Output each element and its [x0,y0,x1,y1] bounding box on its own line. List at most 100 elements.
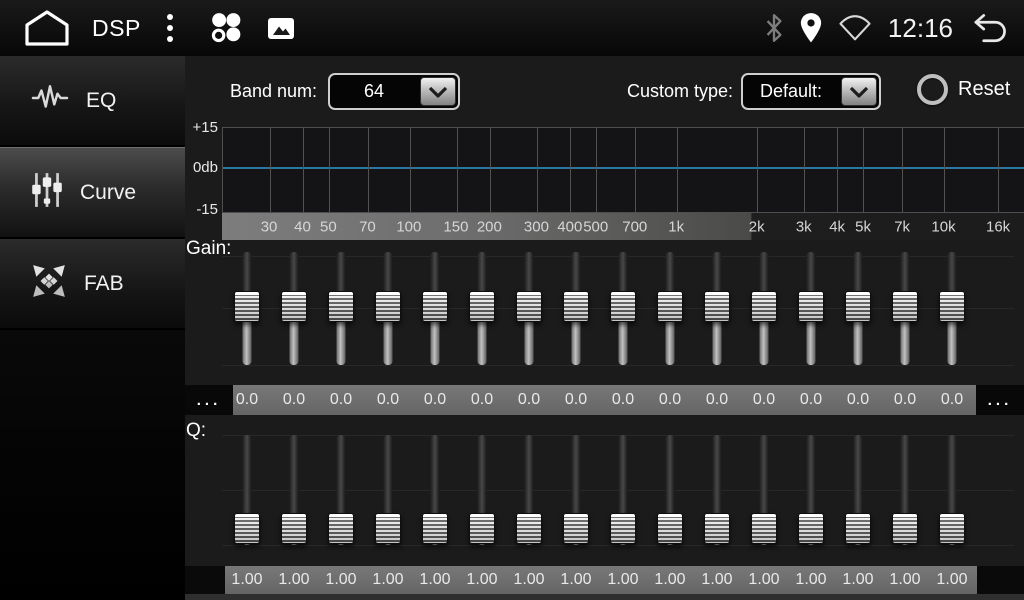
gain-slider[interactable] [234,246,260,371]
q-track-upper[interactable] [290,435,299,517]
gain-track-upper[interactable] [243,252,252,294]
q-slider[interactable] [516,430,542,551]
q-track-upper[interactable] [666,435,675,517]
gain-track-lower[interactable] [337,318,346,365]
q-track-upper[interactable] [478,435,487,517]
q-slider[interactable] [375,430,401,551]
clover-apps-icon[interactable] [207,9,245,47]
q-slider-thumb[interactable] [516,513,542,544]
gain-more-right-button[interactable]: ... [976,385,1024,415]
q-slider-thumb[interactable] [469,513,495,544]
chevron-down-icon[interactable] [841,77,877,106]
gain-slider-thumb[interactable] [610,291,636,322]
gain-more-left-button[interactable]: ... [185,385,233,415]
q-slider-thumb[interactable] [939,513,965,544]
q-slider-thumb[interactable] [234,513,260,544]
q-track-upper[interactable] [619,435,628,517]
q-slider[interactable] [610,430,636,551]
gain-track-upper[interactable] [290,252,299,294]
q-track-upper[interactable] [431,435,440,517]
q-track-upper[interactable] [807,435,816,517]
q-slider-thumb[interactable] [563,513,589,544]
q-slider[interactable] [704,430,730,551]
q-track-upper[interactable] [384,435,393,517]
gain-slider-thumb[interactable] [563,291,589,322]
gain-slider[interactable] [892,246,918,371]
gallery-icon[interactable] [265,13,297,43]
gain-track-lower[interactable] [243,318,252,365]
gain-slider[interactable] [610,246,636,371]
gain-track-lower[interactable] [760,318,769,365]
gain-track-upper[interactable] [478,252,487,294]
q-slider[interactable] [798,430,824,551]
gain-track-lower[interactable] [478,318,487,365]
q-slider-thumb[interactable] [751,513,777,544]
gain-track-lower[interactable] [384,318,393,365]
gain-track-upper[interactable] [713,252,722,294]
q-track-upper[interactable] [948,435,957,517]
gain-track-upper[interactable] [760,252,769,294]
gain-slider-thumb[interactable] [516,291,542,322]
q-slider-thumb[interactable] [798,513,824,544]
gain-slider-thumb[interactable] [375,291,401,322]
gain-slider[interactable] [328,246,354,371]
q-track-upper[interactable] [337,435,346,517]
q-slider[interactable] [328,430,354,551]
reset-button[interactable]: Reset [917,74,1010,105]
q-slider[interactable] [234,430,260,551]
gain-slider-thumb[interactable] [281,291,307,322]
q-slider-thumb[interactable] [610,513,636,544]
sidebar-item-curve[interactable]: Curve [0,147,185,239]
gain-slider-thumb[interactable] [328,291,354,322]
gain-slider[interactable] [939,246,965,371]
gain-track-lower[interactable] [948,318,957,365]
gain-slider[interactable] [375,246,401,371]
q-slider-thumb[interactable] [892,513,918,544]
sidebar-item-fab[interactable]: FAB [0,239,185,330]
gain-track-lower[interactable] [572,318,581,365]
q-slider[interactable] [751,430,777,551]
q-track-upper[interactable] [854,435,863,517]
q-slider-thumb[interactable] [657,513,683,544]
q-slider-thumb[interactable] [375,513,401,544]
gain-track-upper[interactable] [431,252,440,294]
q-slider[interactable] [563,430,589,551]
gain-slider-thumb[interactable] [845,291,871,322]
reset-radio-icon[interactable] [917,74,948,105]
q-track-upper[interactable] [572,435,581,517]
gain-track-lower[interactable] [713,318,722,365]
gain-slider-thumb[interactable] [798,291,824,322]
home-icon[interactable] [22,9,72,47]
q-slider-thumb[interactable] [845,513,871,544]
gain-track-upper[interactable] [619,252,628,294]
gain-slider-thumb[interactable] [469,291,495,322]
gain-slider[interactable] [657,246,683,371]
gain-track-upper[interactable] [572,252,581,294]
gain-slider[interactable] [798,246,824,371]
sidebar-item-eq[interactable]: EQ [0,56,185,147]
q-slider[interactable] [281,430,307,551]
gain-slider[interactable] [563,246,589,371]
q-slider[interactable] [422,430,448,551]
q-track-upper[interactable] [243,435,252,517]
gain-slider[interactable] [845,246,871,371]
gain-track-lower[interactable] [290,318,299,365]
gain-slider-thumb[interactable] [704,291,730,322]
gain-slider-thumb[interactable] [892,291,918,322]
gain-slider[interactable] [751,246,777,371]
gain-track-upper[interactable] [807,252,816,294]
gain-slider-thumb[interactable] [234,291,260,322]
q-slider-thumb[interactable] [422,513,448,544]
back-arrow-icon[interactable] [968,13,1010,43]
q-track-upper[interactable] [713,435,722,517]
gain-track-upper[interactable] [901,252,910,294]
gain-slider[interactable] [516,246,542,371]
gain-track-lower[interactable] [854,318,863,365]
gain-slider[interactable] [422,246,448,371]
gain-track-upper[interactable] [384,252,393,294]
gain-track-upper[interactable] [525,252,534,294]
gain-slider-thumb[interactable] [751,291,777,322]
custom-type-select[interactable]: Default: [741,73,881,110]
band-num-select[interactable]: 64 [328,73,460,110]
gain-track-upper[interactable] [666,252,675,294]
